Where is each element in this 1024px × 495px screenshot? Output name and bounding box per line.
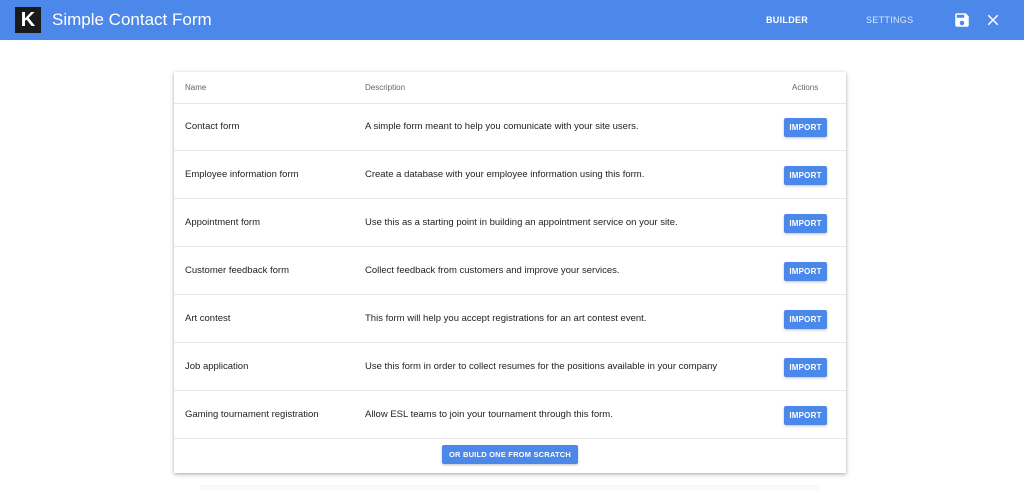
top-bar: K Simple Contact Form BUILDER SETTINGS — [0, 0, 1024, 40]
row-name: Customer feedback form — [185, 265, 290, 276]
import-button[interactable]: IMPORT — [784, 214, 827, 233]
tab-settings[interactable]: SETTINGS — [866, 0, 913, 40]
row-description: Use this as a starting point in building… — [365, 217, 678, 228]
table-row: Contact form A simple form meant to help… — [174, 103, 846, 151]
import-button[interactable]: IMPORT — [784, 310, 827, 329]
templates-card: Name Description Actions Contact form A … — [174, 72, 846, 473]
row-description: A simple form meant to help you comunica… — [365, 121, 639, 132]
row-name: Employee information form — [185, 169, 299, 180]
row-name: Contact form — [185, 121, 240, 132]
tab-builder[interactable]: BUILDER — [766, 0, 808, 40]
import-button[interactable]: IMPORT — [784, 262, 827, 281]
row-name: Gaming tournament registration — [185, 409, 319, 420]
table-row: Customer feedback form Collect feedback … — [174, 247, 846, 295]
table-row: Employee information form Create a datab… — [174, 151, 846, 199]
row-name: Art contest — [185, 313, 231, 324]
table-header: Name Description Actions — [174, 72, 846, 104]
table-row: Job application Use this form in order t… — [174, 343, 846, 391]
import-button[interactable]: IMPORT — [784, 358, 827, 377]
close-icon[interactable] — [984, 11, 1002, 29]
background-strip — [200, 485, 820, 491]
app-title: Simple Contact Form — [52, 10, 212, 29]
import-button[interactable]: IMPORT — [784, 166, 827, 185]
row-name: Job application — [185, 361, 249, 372]
header-description: Description — [365, 83, 406, 92]
row-description: Allow ESL teams to join your tournament … — [365, 409, 613, 420]
table-row: Art contest This form will help you acce… — [174, 295, 846, 343]
save-icon[interactable] — [953, 11, 971, 29]
row-description: Use this form in order to collect resume… — [365, 361, 718, 372]
import-button[interactable]: IMPORT — [784, 406, 827, 425]
app-logo: K — [15, 7, 41, 33]
row-description: Collect feedback from customers and impr… — [365, 265, 620, 276]
header-actions: Actions — [792, 83, 819, 92]
import-button[interactable]: IMPORT — [784, 118, 827, 137]
table-row: Appointment form Use this as a starting … — [174, 199, 846, 247]
header-name: Name — [185, 83, 207, 92]
row-name: Appointment form — [185, 217, 260, 228]
table-row: Gaming tournament registration Allow ESL… — [174, 391, 846, 439]
row-description: This form will help you accept registrat… — [365, 313, 647, 324]
build-from-scratch-button[interactable]: OR BUILD ONE FROM SCRATCH — [442, 445, 578, 464]
row-description: Create a database with your employee inf… — [365, 169, 645, 180]
